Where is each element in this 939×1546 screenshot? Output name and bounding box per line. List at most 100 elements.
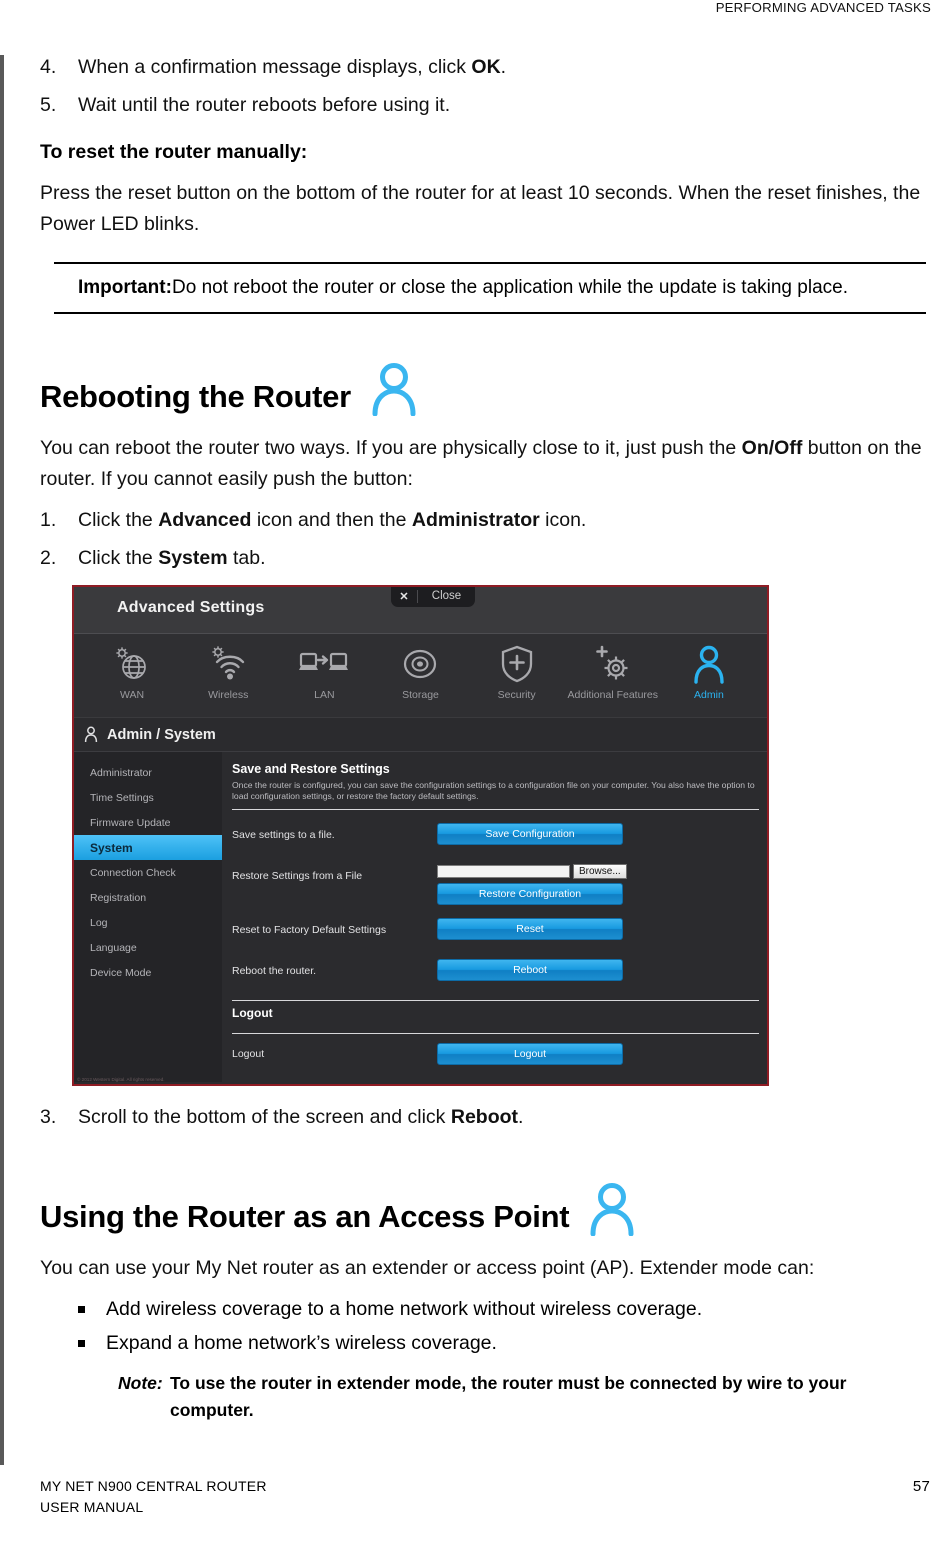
ap-bullet-list: Add wireless coverage to a home network …	[40, 1292, 930, 1360]
restore-configuration-button[interactable]: Restore Configuration	[437, 883, 623, 905]
close-button[interactable]: ✕ Close	[391, 587, 475, 607]
router-sidebar: Administrator Time Settings Firmware Upd…	[74, 752, 233, 1082]
settings-row-restore: Restore Settings from a File Browse... R…	[232, 864, 759, 905]
page-body: 4. When a confirmation message displays,…	[40, 50, 930, 1424]
logout-button[interactable]: Logout	[437, 1043, 623, 1065]
running-head: PERFORMING ADVANCED TASKS	[715, 0, 931, 15]
sidebar-item-label: Firmware Update	[90, 816, 171, 829]
nav-item-label: Security	[497, 689, 536, 701]
settings-row-reset: Reset to Factory Default Settings Reset	[232, 918, 759, 946]
logout-row: Logout Logout	[232, 1043, 759, 1065]
emphasis-advanced: Advanced	[158, 509, 252, 531]
nav-item-label: LAN	[314, 689, 335, 701]
footer-product-line: MY NET N900 CENTRAL ROUTER	[40, 1478, 267, 1494]
list-item-number: 3.	[40, 1106, 57, 1128]
person-icon	[692, 641, 726, 687]
sidebar-item-firmware-update[interactable]: Firmware Update	[74, 810, 222, 835]
important-callout: Important: Do not reboot the router or c…	[54, 262, 926, 314]
restore-file-input[interactable]	[437, 865, 570, 878]
page-number: 57	[912, 1478, 930, 1495]
text-fragment: tab.	[227, 547, 266, 569]
list-item-number: 1.	[40, 509, 57, 531]
close-button-label: Close	[431, 590, 462, 602]
emphasis-system: System	[158, 547, 228, 569]
person-icon	[583, 1182, 641, 1241]
nav-item-label: Admin	[694, 689, 724, 701]
sidebar-item-system[interactable]: System	[74, 835, 233, 860]
nav-item-wan[interactable]: WAN	[84, 638, 180, 701]
sidebar-item-label: System	[90, 840, 133, 855]
router-copyright: © 2012 Western Digital. All rights reser…	[77, 1077, 165, 1082]
section-heading-rebooting: Rebooting the Router	[40, 362, 930, 417]
list-item: 4. When a confirmation message displays,…	[40, 50, 930, 84]
laptop-transfer-icon	[298, 641, 350, 687]
router-admin-screenshot: Advanced Settings ✕ Close WAN Wireless L…	[72, 585, 769, 1086]
disc-icon	[401, 641, 439, 687]
panel-title: Save and Restore Settings	[232, 762, 390, 776]
sidebar-item-label: Administrator	[90, 766, 152, 779]
browse-button[interactable]: Browse...	[573, 864, 627, 879]
reset-steps-list: 4. When a confirmation message displays,…	[40, 50, 930, 122]
nav-item-wireless[interactable]: Wireless	[180, 638, 276, 701]
nav-item-storage[interactable]: Storage	[372, 638, 468, 701]
reboot-button[interactable]: Reboot	[437, 959, 623, 981]
settings-row-reboot: Reboot the router. Reboot	[232, 959, 759, 987]
settings-row-label: Restore Settings from a File	[232, 870, 363, 882]
page-title: Rebooting the Router	[40, 379, 351, 414]
sidebar-item-label: Log	[90, 916, 108, 929]
wifi-gear-icon	[208, 641, 248, 687]
page-left-rule	[0, 55, 4, 1465]
subheading-reset-manually: To reset the router manually:	[40, 141, 308, 163]
list-item: Add wireless coverage to a home network …	[78, 1292, 930, 1326]
sidebar-item-label: Time Settings	[90, 791, 154, 804]
sidebar-item-registration[interactable]: Registration	[74, 885, 222, 910]
router-nav-row: WAN Wireless LAN Storage Security Additi…	[74, 634, 767, 718]
sidebar-item-language[interactable]: Language	[74, 935, 222, 960]
sidebar-item-device-mode[interactable]: Device Mode	[74, 960, 222, 985]
router-content-panel: Save and Restore Settings Once the route…	[222, 752, 767, 1082]
sidebar-item-label: Device Mode	[90, 966, 152, 979]
sidebar-item-log[interactable]: Log	[74, 910, 222, 935]
list-item: 5. Wait until the router reboots before …	[40, 88, 930, 122]
nav-item-label: Storage	[402, 689, 439, 701]
close-icon: ✕	[399, 590, 409, 603]
settings-row-label: Save settings to a file.	[232, 829, 335, 841]
sidebar-item-connection-check[interactable]: Connection Check	[74, 860, 222, 885]
list-item: Expand a home network’s wireless coverag…	[78, 1326, 930, 1360]
list-item-text: Scroll to the bottom of the screen and c…	[78, 1100, 930, 1134]
nav-item-admin[interactable]: Admin	[661, 638, 757, 701]
nav-item-additional-features[interactable]: Additional Features	[565, 638, 661, 701]
list-item-number: 4.	[40, 56, 57, 78]
sidebar-item-administrator[interactable]: Administrator	[74, 760, 222, 785]
reboot-steps-list: 1. Click the Advanced icon and then the …	[40, 503, 930, 575]
list-item-number: 2.	[40, 547, 57, 569]
settings-row-save: Save settings to a file. Save Configurat…	[232, 823, 759, 851]
shield-plus-icon	[500, 641, 534, 687]
router-window-title: Advanced Settings	[117, 599, 265, 616]
panel-description: Once the router is configured, you can s…	[232, 780, 755, 801]
text-fragment: .	[500, 56, 507, 78]
nav-item-label: WAN	[120, 689, 145, 701]
person-icon	[365, 362, 423, 421]
sidebar-item-time-settings[interactable]: Time Settings	[74, 785, 222, 810]
router-window-titlebar: Advanced Settings ✕ Close	[74, 587, 767, 634]
sidebar-item-label: Language	[90, 941, 137, 954]
list-item-label: Add wireless coverage to a home network …	[106, 1298, 703, 1320]
list-item-text: Click the Advanced icon and then the Adm…	[78, 503, 930, 537]
note-text: To use the router in extender mode, the …	[170, 1373, 847, 1420]
nav-item-lan[interactable]: LAN	[276, 638, 372, 701]
text-fragment: Click the	[78, 547, 159, 569]
text-fragment: Click the	[78, 509, 159, 531]
emphasis-reboot: Reboot	[450, 1106, 519, 1128]
text-fragment: .	[518, 1106, 524, 1128]
list-item-number: 5.	[40, 94, 57, 116]
save-configuration-button[interactable]: Save Configuration	[437, 823, 623, 845]
list-item-text: When a confirmation message displays, cl…	[78, 50, 930, 84]
nav-item-security[interactable]: Security	[469, 638, 565, 701]
text-fragment: icon and then the	[251, 509, 412, 531]
reboot-step3-list: 3. Scroll to the bottom of the screen an…	[40, 1100, 930, 1134]
logout-section: Logout Logout Logout	[232, 1000, 759, 1065]
sidebar-item-label: Registration	[90, 891, 147, 904]
reset-button[interactable]: Reset	[437, 918, 623, 940]
section-heading-access-point: Using the Router as an Access Point	[40, 1182, 930, 1237]
